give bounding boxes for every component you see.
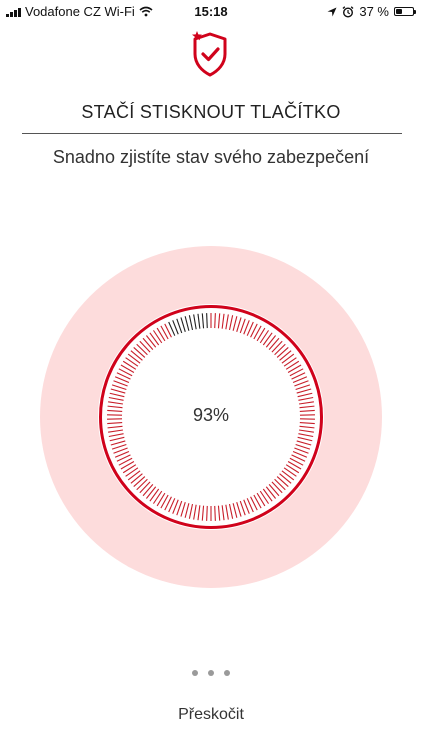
gauge-tick-empty xyxy=(206,313,208,329)
battery-fill xyxy=(396,9,402,14)
shield-check-icon xyxy=(192,31,227,77)
title-divider xyxy=(22,133,402,134)
page-title: STAČÍ STISKNOUT TLAČÍTKO xyxy=(81,102,341,122)
alarm-icon xyxy=(342,5,354,18)
page-dot[interactable] xyxy=(208,670,214,676)
skip-button[interactable]: Přeskočit xyxy=(0,706,422,724)
gauge-tick-filled xyxy=(214,313,216,329)
status-bar: Vodafone CZ Wi-Fi 15:18 37 % xyxy=(0,0,422,22)
battery-percent: 37 % xyxy=(359,4,389,19)
gauge-value: 93% xyxy=(192,405,230,425)
location-icon xyxy=(327,7,337,16)
status-right: 37 % xyxy=(327,4,416,19)
page-dot[interactable] xyxy=(192,670,198,676)
gauge-tick-filled xyxy=(206,505,208,521)
battery-icon xyxy=(394,7,416,16)
page-subtitle: Snadno zjistíte stav svého zabezpečení xyxy=(52,147,370,167)
page-indicator[interactable] xyxy=(0,670,422,676)
gauge-tick-filled xyxy=(214,505,216,521)
page-dot[interactable] xyxy=(224,670,230,676)
